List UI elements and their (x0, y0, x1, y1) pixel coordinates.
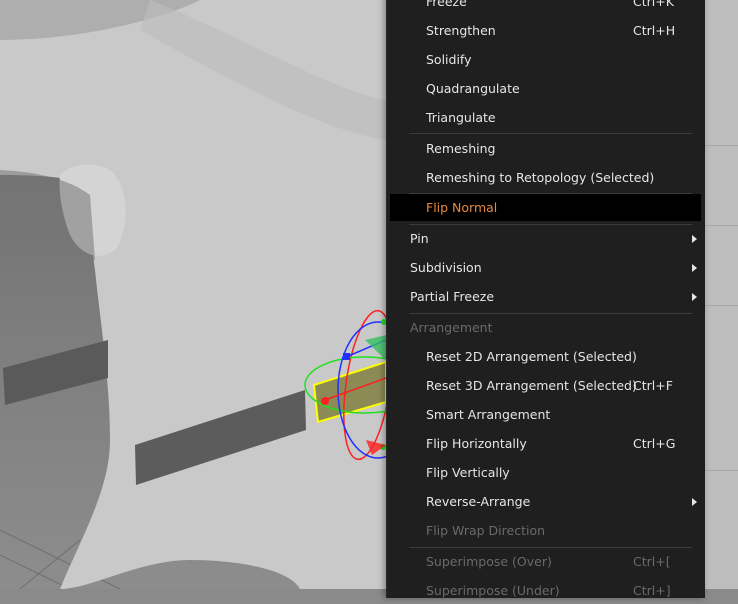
menu-item-shortcut: Ctrl+] (633, 583, 671, 598)
menu-item-remeshing-to-retopology[interactable]: Remeshing to Retopology (Selected) (387, 164, 705, 191)
menu-item-reset-2d-arrangement[interactable]: Reset 2D Arrangement (Selected) (387, 343, 705, 370)
menu-item-reset-3d-arrangement[interactable]: Reset 3D Arrangement (Selected) Ctrl+F (387, 372, 705, 399)
menu-item-label: Flip Horizontally (426, 436, 527, 451)
menu-item-shortcut: Ctrl+F (633, 378, 673, 393)
garment-strip-left[interactable] (3, 340, 108, 405)
menu-item-strengthen[interactable]: Strengthen Ctrl+H (387, 17, 705, 44)
submenu-arrow-icon (692, 293, 697, 301)
menu-item-pin[interactable]: Pin (387, 225, 705, 252)
panel-divider (705, 145, 738, 146)
menu-item-label: Superimpose (Under) (426, 583, 560, 598)
menu-item-label: Partial Freeze (410, 289, 495, 304)
menu-item-label: Subdivision (410, 260, 482, 275)
menu-item-label: Reverse-Arrange (426, 494, 531, 509)
menu-item-flip-wrap-direction: Flip Wrap Direction (387, 517, 705, 544)
menu-item-partial-freeze[interactable]: Partial Freeze (387, 283, 705, 310)
menu-section-label: Arrangement (410, 320, 493, 335)
menu-item-label: Superimpose (Over) (426, 554, 552, 569)
menu-item-label: Flip Vertically (426, 465, 510, 480)
menu-item-label: Freeze (426, 0, 467, 9)
menu-item-label: Quadrangulate (426, 81, 520, 96)
menu-item-shortcut: Ctrl+[ (633, 554, 671, 569)
menu-item-label: Pin (410, 231, 429, 246)
right-panel-edge (704, 0, 738, 589)
menu-item-label: Remeshing to Retopology (Selected) (426, 170, 655, 185)
menu-item-smart-arrangement[interactable]: Smart Arrangement (387, 401, 705, 428)
menu-separator (409, 133, 692, 134)
menu-item-subdivision[interactable]: Subdivision (387, 254, 705, 281)
menu-item-remeshing[interactable]: Remeshing (387, 135, 705, 162)
panel-divider (705, 225, 738, 226)
submenu-arrow-icon (692, 498, 697, 506)
menu-item-shortcut: Ctrl+G (633, 436, 676, 451)
menu-item-shortcut: Ctrl+H (633, 23, 676, 38)
menu-item-flip-vertically[interactable]: Flip Vertically (387, 459, 705, 486)
menu-section-arrangement: Arrangement (387, 314, 705, 341)
menu-item-label: Reset 2D Arrangement (Selected) (426, 349, 637, 364)
menu-item-shortcut: Ctrl+K (633, 0, 674, 9)
submenu-arrow-icon (692, 235, 697, 243)
menu-item-flip-horizontally[interactable]: Flip Horizontally Ctrl+G (387, 430, 705, 457)
panel-divider (705, 470, 738, 471)
menu-item-label: Smart Arrangement (426, 407, 551, 422)
menu-item-label: Remeshing (426, 141, 496, 156)
panel-divider (705, 305, 738, 306)
menu-item-superimpose-over: Superimpose (Over) Ctrl+[ (387, 548, 705, 575)
menu-item-freeze[interactable]: Freeze Ctrl+K (387, 0, 705, 15)
menu-item-label: Flip Wrap Direction (426, 523, 546, 538)
menu-item-quadrangulate[interactable]: Quadrangulate (387, 75, 705, 102)
menu-item-triangulate[interactable]: Triangulate (387, 104, 705, 131)
menu-item-label: Strengthen (426, 23, 496, 38)
menu-item-superimpose-under: Superimpose (Under) Ctrl+] (387, 577, 705, 604)
menu-item-label: Triangulate (426, 110, 496, 125)
menu-item-flip-normal[interactable]: Flip Normal (390, 194, 701, 221)
submenu-arrow-icon (692, 264, 697, 272)
menu-item-reverse-arrange[interactable]: Reverse-Arrange (387, 488, 705, 515)
menu-item-label: Reset 3D Arrangement (Selected) (426, 378, 637, 393)
context-menu: Freeze Ctrl+K Strengthen Ctrl+H Solidify… (386, 0, 705, 598)
menu-item-label: Solidify (426, 52, 472, 67)
menu-item-solidify[interactable]: Solidify (387, 46, 705, 73)
menu-item-label: Flip Normal (426, 200, 498, 215)
